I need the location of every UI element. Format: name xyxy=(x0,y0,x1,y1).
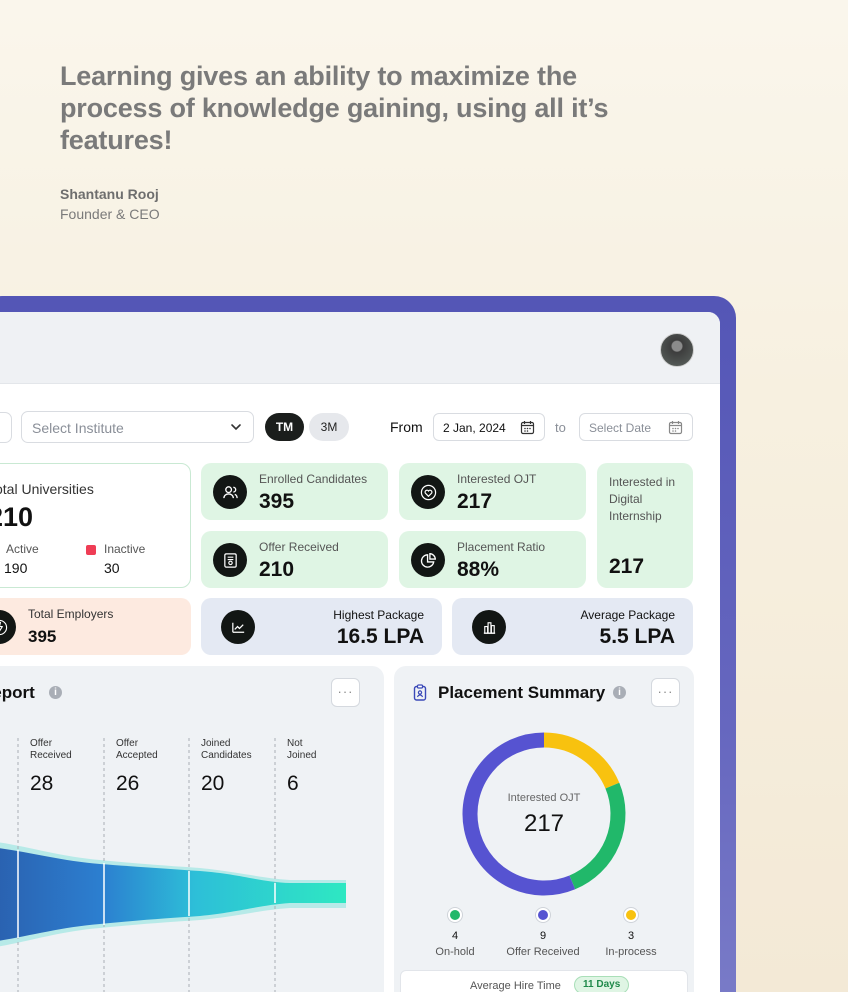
active-label: Active xyxy=(6,542,39,556)
funnel-col-value: 20 xyxy=(201,772,225,795)
institute-select-placeholder: Select Institute xyxy=(32,420,124,436)
average-package-value: 5.5 LPA xyxy=(599,625,675,648)
heart-icon xyxy=(411,475,445,509)
interested-ojt-label: Interested OJT xyxy=(457,472,537,486)
calendar-icon xyxy=(520,421,535,435)
legend-label: In-process xyxy=(605,946,657,958)
interested-ojt-value: 217 xyxy=(457,490,493,513)
enrolled-candidates-value: 395 xyxy=(259,490,295,513)
funnel-band xyxy=(0,848,346,941)
quote-author-role: Founder & CEO xyxy=(60,206,160,222)
inactive-value: 30 xyxy=(104,560,120,576)
enrolled-candidates-card[interactable]: Enrolled Candidates 395 xyxy=(201,463,388,520)
highest-package-value: 16.5 LPA xyxy=(336,625,424,648)
total-universities-card[interactable]: Total Universities 210 Active 190 Inacti… xyxy=(0,463,191,588)
report-more-button[interactable]: ··· xyxy=(331,678,360,707)
average-hire-time: Average Hire Time 11 Days xyxy=(400,970,688,992)
placement-ratio-value: 88% xyxy=(457,558,500,581)
average-package-card[interactable]: Average Package 5.5 LPA xyxy=(452,598,693,655)
total-universities-title: Total Universities xyxy=(0,481,94,497)
legend-label: On-hold xyxy=(435,946,475,958)
highest-package-label: Highest Package xyxy=(333,608,424,622)
from-date-value: 2 Jan, 2024 xyxy=(443,421,506,435)
inactive-dot xyxy=(86,545,96,555)
dashboard-screen: Select Institute TM 3M From 2 Jan, 2024 … xyxy=(0,312,720,992)
period-tm-button[interactable]: TM xyxy=(265,413,304,441)
donut-center-value: 217 xyxy=(523,810,565,837)
period-3m-button[interactable]: 3M xyxy=(309,413,349,441)
info-icon[interactable]: i xyxy=(49,686,62,699)
offer-received-value: 210 xyxy=(259,558,295,581)
funnel-col-label: Joined Candidates xyxy=(201,738,252,761)
trend-icon xyxy=(221,610,255,644)
digital-internship-card[interactable]: Interested in Digital Internship 217 xyxy=(597,463,693,588)
quote-author: Shantanu Rooj xyxy=(60,186,159,202)
funnel-col-label: Not Joined xyxy=(287,738,317,761)
legend-value: 9 xyxy=(539,930,547,942)
top-bar xyxy=(0,312,720,384)
placement-ratio-card[interactable]: Placement Ratio 88% xyxy=(399,531,586,588)
offer-received-card[interactable]: Offer Received 210 xyxy=(201,531,388,588)
average-hire-time-label: Average Hire Time xyxy=(470,980,561,992)
chevron-down-icon xyxy=(231,424,241,431)
total-employers-value: 395 xyxy=(28,627,57,646)
active-value: 190 xyxy=(4,560,28,576)
bolt-icon xyxy=(0,610,16,644)
average-hire-time-badge: 11 Days xyxy=(574,976,630,992)
placement-summary-panel: Placement Summary i ··· Interested OJT 2… xyxy=(394,666,694,992)
funnel-col-value: 6 xyxy=(287,772,299,795)
from-label: From xyxy=(390,419,423,435)
pie-icon xyxy=(411,543,445,577)
legend-label: Offer Received xyxy=(506,946,580,958)
total-universities-value: 210 xyxy=(0,502,34,532)
info-icon[interactable]: i xyxy=(613,686,626,699)
legend-value: 3 xyxy=(627,930,635,942)
donut-center-label: Interested OJT xyxy=(507,792,581,804)
funnel-col-label: Offer Accepted xyxy=(116,738,158,761)
to-date-placeholder: Select Date xyxy=(589,421,652,435)
placement-ratio-label: Placement Ratio xyxy=(457,540,546,554)
total-employers-card[interactable]: Total Employers 395 xyxy=(0,598,191,655)
average-package-label: Average Package xyxy=(580,608,675,622)
report-title: Report xyxy=(0,683,35,702)
calendar-icon xyxy=(668,421,683,435)
funnel-chart xyxy=(0,738,346,992)
legend-value: 4 xyxy=(451,930,459,942)
summary-more-button[interactable]: ··· xyxy=(651,678,680,707)
filter-select-partial[interactable] xyxy=(0,412,12,443)
bar-icon xyxy=(472,610,506,644)
certificate-icon xyxy=(213,543,247,577)
legend-dot-in-process xyxy=(624,908,638,922)
placement-summary-title: Placement Summary xyxy=(438,683,606,702)
funnel-col-label: Offer Received xyxy=(30,738,72,761)
to-label: to xyxy=(555,420,566,435)
legend-dot-on-hold xyxy=(448,908,462,922)
users-icon xyxy=(213,475,247,509)
from-date-input[interactable]: 2 Jan, 2024 xyxy=(433,413,545,441)
funnel-col-value: 28 xyxy=(30,772,54,795)
highest-package-card[interactable]: Highest Package 16.5 LPA xyxy=(201,598,442,655)
donut-slice-in-process xyxy=(543,732,620,789)
enrolled-candidates-label: Enrolled Candidates xyxy=(259,472,368,486)
to-date-input[interactable]: Select Date xyxy=(579,413,693,441)
total-employers-label: Total Employers xyxy=(28,607,114,621)
institute-select[interactable]: Select Institute xyxy=(21,411,254,443)
quote-text: Learning gives an ability to maximize th… xyxy=(60,61,609,155)
report-panel: Report i ··· ewded OfferRe xyxy=(0,666,384,992)
digital-internship-label: Interested in Digital Internship xyxy=(609,475,676,523)
digital-internship-value: 217 xyxy=(609,555,645,578)
avatar[interactable] xyxy=(660,333,694,367)
offer-received-label: Offer Received xyxy=(259,540,339,554)
interested-ojt-card[interactable]: Interested OJT 217 xyxy=(399,463,586,520)
badge-icon xyxy=(413,684,427,701)
inactive-label: Inactive xyxy=(104,542,146,556)
funnel-col-value: 26 xyxy=(116,772,140,795)
legend-dot-offer-received xyxy=(536,908,550,922)
